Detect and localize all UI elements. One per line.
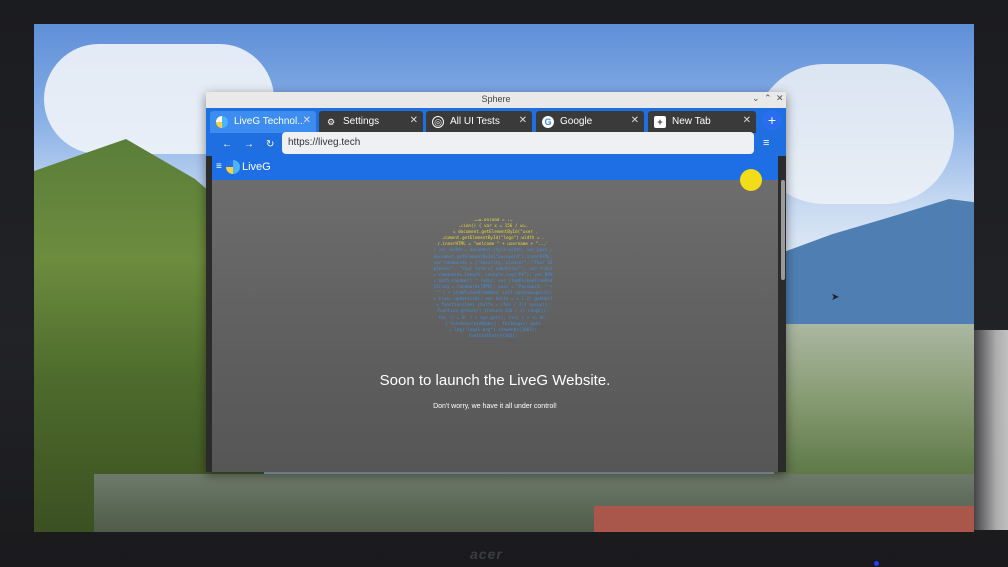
maximize-button[interactable]: ⌃: [764, 93, 772, 104]
close-icon[interactable]: ✕: [519, 115, 527, 126]
tab-settings[interactable]: ⚙ Settings ✕: [319, 111, 423, 133]
url-text: https://liveg.tech: [288, 137, 361, 148]
code-line: funTotalEntry(103);: [468, 333, 518, 339]
tab-all-ui-tests[interactable]: ◎ All UI Tests ✕: [426, 111, 532, 133]
reload-button[interactable]: ↻: [266, 139, 274, 150]
monitor-brand-logo: acer: [470, 546, 503, 562]
tab-new-tab[interactable]: + New Tab ✕: [648, 111, 756, 133]
google-icon: G: [542, 116, 554, 128]
liveg-logo-icon[interactable]: [226, 160, 240, 174]
globe-icon: ◎: [432, 116, 444, 128]
page-subtext: Don't worry, we have it all under contro…: [433, 403, 557, 410]
browser-menu-button[interactable]: ≡: [763, 137, 769, 149]
forward-button[interactable]: →: [244, 139, 254, 150]
code-line: } var width = document.style.width; var …: [433, 248, 553, 254]
tab-label: New Tab: [672, 116, 711, 127]
scrollbar[interactable]: [781, 180, 785, 280]
close-icon[interactable]: ✕: [631, 115, 639, 126]
code-line: = log("logo1.png").viewAndr(1002);: [449, 327, 537, 333]
code-line: var randwords = ["Security, please!", "Y…: [433, 260, 553, 266]
close-icon[interactable]: ✕: [743, 115, 751, 126]
tab-label: Settings: [343, 116, 380, 127]
back-button[interactable]: ←: [222, 139, 232, 150]
plus-square-icon: +: [654, 116, 666, 128]
code-line: for (i = 0; i < sys.get(); i++) { x += d…: [438, 315, 548, 321]
code-line: document.getElementById("password").inne…: [433, 254, 553, 260]
power-led-icon: [874, 561, 879, 566]
mouse-cursor-icon: ➤: [831, 292, 840, 303]
site-brand[interactable]: LiveG: [242, 161, 271, 173]
tab-liveg[interactable]: LiveG Technol... ✕: [210, 111, 316, 133]
tab-label: Google: [560, 116, 593, 127]
code-circle-graphic: window.onload = funx; function() { var x …: [424, 218, 562, 346]
site-menu-icon[interactable]: ≡: [216, 161, 222, 172]
gear-icon: ⚙: [326, 117, 336, 127]
close-icon[interactable]: ✕: [410, 115, 418, 126]
liveg-logo-icon: [216, 116, 228, 128]
code-line: function getLen() {return 156 / x} chngC…: [437, 309, 549, 315]
tab-google[interactable]: G Google ✕: [536, 111, 644, 133]
browser-window: Sphere ⌄ ⌃ ✕ LiveG Technol... ✕ ⚙ Settin…: [206, 92, 786, 472]
site-header: ≡ LiveG: [212, 156, 778, 180]
window-titlebar[interactable]: Sphere ⌄ ⌃ ✕: [206, 92, 786, 108]
close-window-button[interactable]: ✕: [776, 93, 784, 104]
close-icon[interactable]: ✕: [303, 115, 311, 126]
address-bar[interactable]: https://liveg.tech: [282, 132, 754, 154]
new-tab-button[interactable]: +: [762, 110, 782, 130]
wallpaper-roof: [594, 506, 974, 532]
code-line: please!", "Your form of identity?"]; var…: [433, 266, 553, 272]
background-wall: [968, 330, 1008, 530]
window-title: Sphere: [481, 94, 511, 104]
page-headline: Soon to launch the LiveG Website.: [379, 372, 611, 389]
tab-label: All UI Tests: [450, 116, 500, 127]
tab-label: LiveG Technol...: [234, 116, 304, 127]
minimize-button[interactable]: ⌄: [752, 93, 760, 104]
yellow-indicator-dot: [740, 169, 762, 191]
site-content: window.onload = funx; function() { var x …: [212, 180, 778, 472]
tab-bar: LiveG Technol... ✕ ⚙ Settings ✕ ◎ All UI…: [206, 108, 786, 134]
